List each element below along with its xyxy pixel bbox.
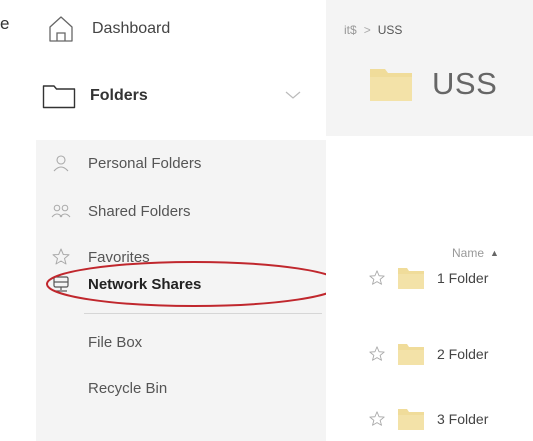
sidebar-item-favorites[interactable]: Favorites — [36, 242, 326, 272]
sidebar-item-recycle-bin[interactable]: Recycle Bin — [36, 373, 326, 403]
sidebar-divider — [84, 313, 322, 314]
star-icon — [50, 246, 72, 268]
sidebar-item-personal-folders[interactable]: Personal Folders — [36, 148, 326, 178]
sidebar-item-dashboard[interactable]: Dashboard — [36, 12, 170, 46]
folder-icon — [370, 67, 412, 101]
breadcrumb-current: USS — [377, 23, 403, 37]
clipped-text-fragment: e — [0, 14, 10, 33]
home-icon — [46, 14, 76, 44]
folder-icon — [398, 408, 424, 430]
column-header-name[interactable]: Name ▲ — [452, 246, 499, 260]
sidebar-item-network-shares[interactable]: Network Shares — [36, 269, 326, 299]
person-icon — [50, 152, 72, 174]
sidebar-item-folders[interactable]: Folders — [36, 78, 326, 114]
people-icon — [50, 200, 72, 222]
content-header: it$ > USS USS — [326, 0, 533, 136]
sidebar-item-label: File Box — [88, 333, 143, 351]
folder-icon — [398, 343, 424, 365]
star-icon[interactable] — [368, 345, 386, 363]
column-header-label: Name — [452, 246, 485, 260]
sidebar-item-label: Shared Folders — [88, 202, 191, 220]
folder-icon — [398, 267, 424, 289]
chevron-down-icon[interactable] — [284, 88, 302, 102]
breadcrumb-root[interactable]: it$ — [344, 23, 357, 37]
network-drive-icon — [50, 273, 72, 295]
breadcrumb: it$ > USS — [344, 23, 402, 37]
sidebar-item-label: Dashboard — [92, 20, 171, 37]
folder-name: 1 Folder — [437, 270, 489, 286]
page-title: USS — [432, 66, 498, 101]
sidebar-item-label: Personal Folders — [88, 154, 202, 172]
folder-name: 3 Folder — [437, 411, 489, 427]
sidebar-item-label: Folders — [90, 87, 148, 104]
table-row[interactable]: 2 Folder — [368, 339, 488, 369]
sort-ascending-icon: ▲ — [490, 248, 499, 258]
content-area: it$ > USS USS Name ▲ 1 Folder 2 Folder 3… — [326, 0, 533, 441]
sidebar-item-shared-folders[interactable]: Shared Folders — [36, 196, 326, 226]
breadcrumb-separator: > — [363, 23, 371, 37]
sidebar-item-label: Network Shares — [88, 275, 202, 293]
folders-submenu: Personal Folders Shared Folders Favorite… — [36, 140, 326, 441]
table-row[interactable]: 3 Folder — [368, 404, 488, 434]
page: e Dashboard Folders Personal Folders Sha… — [0, 0, 533, 441]
sidebar-item-label: Favorites — [88, 248, 150, 266]
sidebar-item-label: Recycle Bin — [88, 379, 168, 397]
folder-outline-icon — [42, 81, 76, 111]
table-row[interactable]: 1 Folder — [368, 263, 488, 293]
folder-name: 2 Folder — [437, 346, 489, 362]
star-icon[interactable] — [368, 410, 386, 428]
sidebar: Dashboard Folders Personal Folders Share… — [36, 0, 342, 441]
sidebar-item-file-box[interactable]: File Box — [36, 327, 326, 357]
star-icon[interactable] — [368, 269, 386, 287]
